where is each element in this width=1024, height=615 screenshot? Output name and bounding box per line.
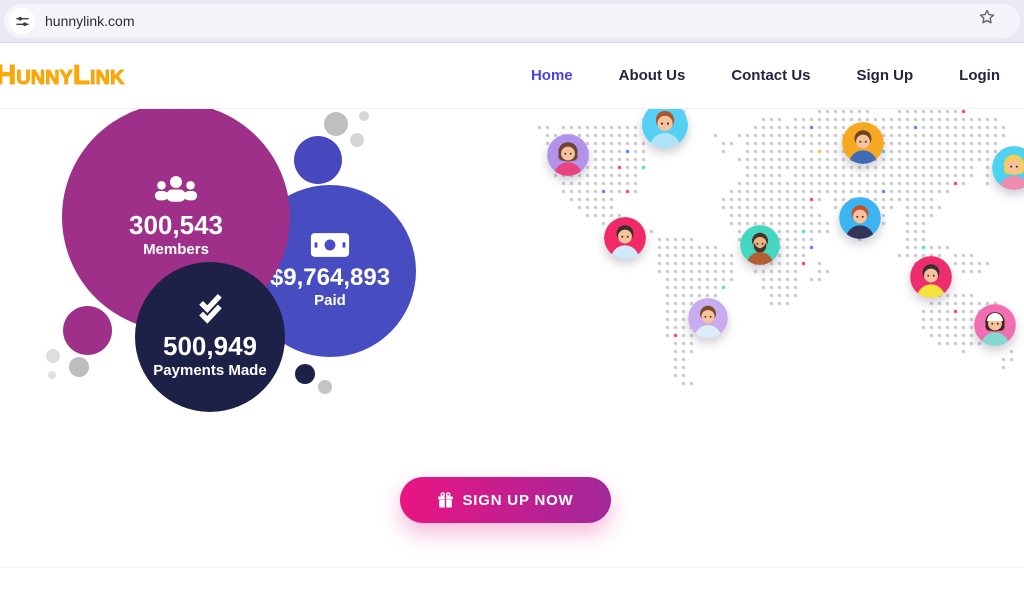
user-avatar: [842, 122, 884, 164]
money-bill-icon: [310, 232, 350, 258]
decor-dot: [295, 364, 315, 384]
main-navigation: Home About Us Contact Us Sign Up Login: [531, 42, 1000, 108]
user-avatar: [974, 304, 1016, 346]
payments-count: 500,949: [163, 332, 257, 362]
hero-section: 300,543 Members $9,764,893 Paid 500,949 …: [0, 108, 1024, 615]
members-icon: [153, 175, 199, 205]
site-header: HunnyLink Home About Us Contact Us Sign …: [0, 42, 1024, 109]
members-count: 300,543: [129, 211, 223, 241]
nav-item-sign-up[interactable]: Sign Up: [857, 67, 914, 84]
user-avatar: [740, 225, 780, 265]
nav-item-contact-us[interactable]: Contact Us: [731, 67, 810, 84]
section-divider: [0, 567, 1024, 568]
members-label: Members: [143, 241, 209, 259]
decor-dot: [318, 380, 332, 394]
nav-item-about-us[interactable]: About Us: [619, 67, 686, 84]
decor-dot: [324, 112, 348, 136]
payments-label: Payments Made: [153, 362, 266, 380]
url-text[interactable]: hunnylink.com: [45, 13, 135, 29]
paid-amount: $9,764,893: [270, 264, 390, 292]
double-check-icon: [193, 294, 227, 326]
browser-toolbar: hunnylink.com: [0, 0, 1024, 43]
nav-item-login[interactable]: Login: [959, 67, 1000, 84]
sign-up-now-button[interactable]: SIGN UP NOW: [400, 477, 611, 523]
bookmark-star-button[interactable]: [978, 8, 996, 26]
decor-dot: [350, 133, 364, 147]
site-settings-button[interactable]: [9, 8, 35, 34]
address-bar[interactable]: hunnylink.com: [4, 4, 1020, 38]
decor-dot: [359, 111, 369, 121]
sign-up-now-label: SIGN UP NOW: [462, 492, 573, 509]
user-avatar: [839, 197, 881, 239]
decor-dot: [63, 306, 112, 355]
decor-dot: [48, 371, 56, 379]
user-avatar: [547, 134, 589, 176]
site-logo[interactable]: HunnyLink: [0, 59, 124, 91]
paid-label: Paid: [314, 292, 346, 310]
nav-item-home[interactable]: Home: [531, 67, 573, 84]
gift-icon: [437, 492, 454, 509]
user-avatar: [688, 298, 728, 338]
star-outline-icon: [978, 8, 996, 26]
payments-stat-bubble: 500,949 Payments Made: [135, 262, 285, 412]
decor-dot: [46, 349, 60, 363]
decor-dot: [69, 357, 89, 377]
user-avatar: [910, 256, 952, 298]
decor-dot: [294, 136, 342, 184]
user-avatar: [604, 217, 646, 259]
tune-icon: [16, 15, 29, 28]
